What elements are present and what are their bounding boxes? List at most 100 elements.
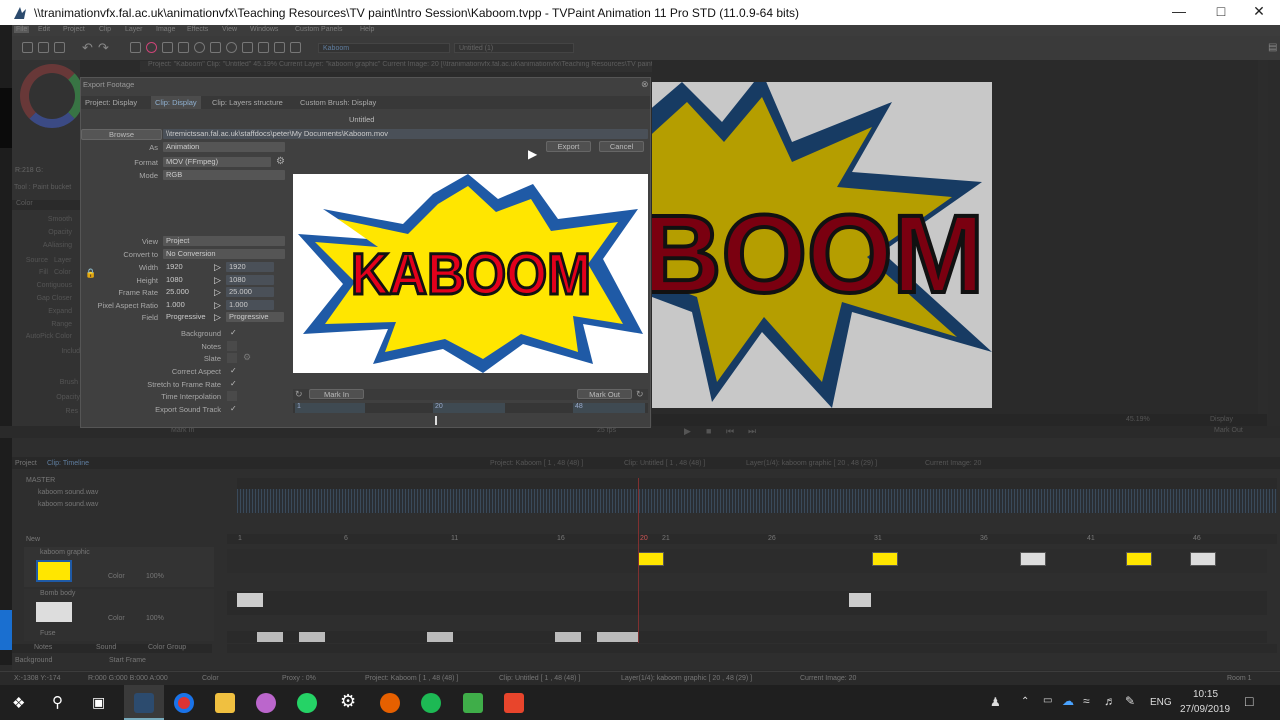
- correct-aspect-checkbox[interactable]: ✓: [230, 366, 237, 375]
- minimize-button[interactable]: —: [1156, 3, 1202, 23]
- open-icon[interactable]: [38, 42, 49, 53]
- start-icon[interactable]: ❖: [12, 694, 25, 712]
- pen-icon[interactable]: [274, 42, 285, 53]
- keyframe[interactable]: [299, 632, 325, 642]
- sound-track-1[interactable]: [237, 489, 1277, 501]
- keyframe[interactable]: [849, 593, 871, 607]
- keyframe[interactable]: [597, 632, 639, 642]
- layer-3-track[interactable]: [227, 631, 1267, 643]
- menu-view[interactable]: View: [222, 26, 237, 33]
- grid-icon[interactable]: [130, 42, 141, 53]
- bucket-icon[interactable]: [290, 42, 301, 53]
- slate-gear-icon[interactable]: ⚙: [243, 352, 251, 363]
- keyframe[interactable]: [555, 632, 581, 642]
- tab-color-group[interactable]: Color Group: [148, 644, 186, 651]
- range-current-value[interactable]: 20: [433, 403, 505, 413]
- layer-2-track[interactable]: [227, 591, 1267, 615]
- background-checkbox[interactable]: ✓: [230, 328, 237, 337]
- firefox-icon[interactable]: [380, 693, 400, 713]
- convert-select[interactable]: No Conversion: [163, 249, 285, 259]
- stretch-checkbox[interactable]: ✓: [230, 379, 237, 388]
- menu-help[interactable]: Help: [360, 26, 374, 33]
- krita-icon[interactable]: [256, 693, 276, 713]
- layers-icon[interactable]: [162, 42, 173, 53]
- play-icon[interactable]: ▶: [684, 426, 691, 437]
- reset-out-icon[interactable]: ↻: [636, 389, 644, 400]
- search-icon[interactable]: ⚲: [52, 693, 63, 711]
- warp-icon[interactable]: [258, 42, 269, 53]
- format-settings-gear-icon[interactable]: ⚙: [276, 156, 285, 167]
- menu-image[interactable]: Image: [156, 26, 175, 33]
- menu-layer[interactable]: Layer: [125, 26, 143, 33]
- keyframe[interactable]: [638, 552, 664, 566]
- layer-kaboom-graphic[interactable]: kaboom graphic Color 100%: [24, 547, 214, 587]
- tab-project[interactable]: Project: [15, 460, 37, 467]
- stack-icon[interactable]: [178, 42, 189, 53]
- format-select[interactable]: MOV (FFmpeg): [163, 157, 271, 167]
- zoom-readout[interactable]: 45.19%: [1126, 416, 1150, 423]
- tab-notes[interactable]: Notes: [34, 644, 52, 651]
- undo-icon[interactable]: ↶: [82, 40, 93, 56]
- clock-date[interactable]: 27/09/2019: [1180, 704, 1230, 715]
- current-frame-line[interactable]: [638, 478, 639, 643]
- display-combo[interactable]: Display: [1210, 416, 1233, 423]
- canvas-image[interactable]: BOOM: [652, 82, 992, 408]
- layer-fuse[interactable]: Fuse: [24, 629, 214, 641]
- mark-in-button[interactable]: Mark In: [309, 389, 364, 399]
- dialog-close-icon[interactable]: ⊗: [641, 79, 649, 90]
- room-select[interactable]: Room 1: [1227, 675, 1252, 682]
- settings-icon[interactable]: ⚙: [340, 691, 356, 712]
- menu-effects[interactable]: Effects: [187, 26, 208, 33]
- stop-icon[interactable]: ■: [706, 426, 711, 436]
- range-out-value[interactable]: 48: [573, 403, 645, 413]
- menu-clip[interactable]: Clip: [99, 26, 111, 33]
- tvpaint-icon[interactable]: [134, 693, 154, 713]
- prev-icon[interactable]: ⏮: [726, 426, 734, 437]
- view-select[interactable]: Project: [163, 236, 285, 246]
- notifications-icon[interactable]: □: [1245, 693, 1253, 709]
- notes-checkbox[interactable]: [227, 341, 237, 351]
- canvas-scrollbar[interactable]: [1258, 60, 1268, 420]
- slate-checkbox[interactable]: [227, 353, 237, 363]
- menu-edit[interactable]: Edit: [38, 26, 50, 33]
- chrome-icon[interactable]: [174, 693, 194, 713]
- sound-track-2-label[interactable]: kaboom sound.wav: [38, 501, 98, 508]
- frame-rate-field[interactable]: 25.000: [226, 287, 274, 297]
- menu-file[interactable]: File: [14, 26, 30, 33]
- clip-combo[interactable]: Untitled (1): [454, 43, 574, 53]
- color-wheel[interactable]: [20, 64, 84, 128]
- tab-sound[interactable]: Sound: [96, 644, 116, 651]
- range-in-value[interactable]: 1: [295, 403, 365, 413]
- new-icon[interactable]: [22, 42, 33, 53]
- field-select[interactable]: Progressive: [226, 312, 284, 322]
- whatsapp-icon[interactable]: [297, 693, 317, 713]
- keyframe[interactable]: [427, 632, 453, 642]
- language-indicator[interactable]: ENG: [1150, 697, 1172, 708]
- tab-project-display[interactable]: Project: Display: [85, 98, 137, 107]
- save-icon[interactable]: [54, 42, 65, 53]
- camtasia-icon[interactable]: [463, 693, 483, 713]
- pixel-aspect-field[interactable]: 1.000: [226, 300, 274, 310]
- task-view-icon[interactable]: ▣: [92, 694, 105, 711]
- layer-opacity[interactable]: 100%: [146, 615, 164, 622]
- menu-custom-panels[interactable]: Custom Panels: [295, 26, 342, 33]
- fps-readout[interactable]: 25 fps: [597, 427, 616, 434]
- brush-icon[interactable]: [210, 42, 221, 53]
- next-icon[interactable]: ⏭: [748, 426, 756, 437]
- pen-tray-icon[interactable]: ✎: [1125, 694, 1135, 708]
- preview-scrubber[interactable]: [435, 416, 437, 425]
- light-icon[interactable]: [194, 42, 205, 53]
- redo-icon[interactable]: ↷: [98, 40, 109, 56]
- wifi-icon[interactable]: ≈: [1083, 694, 1090, 708]
- zoom-icon[interactable]: [226, 42, 237, 53]
- mode-select[interactable]: RGB: [163, 170, 285, 180]
- color-tab[interactable]: Color: [12, 200, 80, 210]
- menu-project[interactable]: Project: [63, 26, 85, 33]
- tab-clip-timeline[interactable]: Clip: Timeline: [47, 460, 89, 467]
- width-field[interactable]: 1920: [226, 262, 274, 272]
- keyframe[interactable]: [1126, 552, 1152, 566]
- project-combo[interactable]: Kaboom: [318, 43, 450, 53]
- tray-expand-icon[interactable]: ⌃: [1021, 696, 1029, 707]
- keyframe[interactable]: [872, 552, 898, 566]
- export-sound-checkbox[interactable]: ✓: [230, 404, 237, 413]
